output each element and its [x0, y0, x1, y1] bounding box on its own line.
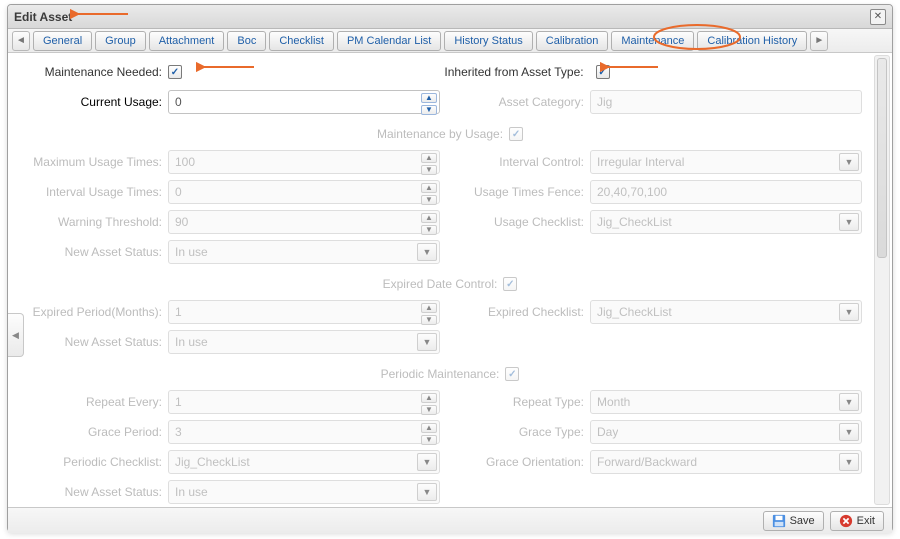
- grace-orientation-label: Grace Orientation:: [450, 455, 590, 469]
- repeat-type-label: Repeat Type:: [450, 395, 590, 409]
- usage-checklist-label: Usage Checklist:: [450, 215, 590, 229]
- chevron-down-icon: ▼: [839, 153, 859, 171]
- tab-pm-calendar[interactable]: PM Calendar List: [337, 31, 441, 51]
- expired-checklist-label: Expired Checklist:: [450, 305, 590, 319]
- interval-control-label: Interval Control:: [450, 155, 590, 169]
- section-by-usage-checkbox: [509, 127, 523, 141]
- spin-up-icon[interactable]: ▲: [421, 93, 437, 103]
- section-periodic-title: Periodic Maintenance:: [381, 367, 500, 381]
- save-icon: [772, 514, 786, 528]
- edit-asset-window: Edit Asset ✕ ◄ General Group Attachment …: [7, 4, 893, 532]
- section-expired-title: Expired Date Control:: [383, 277, 498, 291]
- periodic-checklist-select: Jig_CheckList ▼: [168, 450, 440, 474]
- spin-up-icon: ▲: [421, 393, 437, 403]
- chevron-down-icon: ▼: [417, 453, 437, 471]
- tab-history-status[interactable]: History Status: [444, 31, 532, 51]
- tab-attachment[interactable]: Attachment: [149, 31, 225, 51]
- spin-down-icon: ▼: [421, 195, 437, 205]
- chevron-down-icon: ▼: [839, 303, 859, 321]
- max-usage-spinner: 100 ▲▼: [168, 150, 440, 174]
- spin-down-icon: ▼: [421, 405, 437, 415]
- spin-down-icon: ▼: [421, 165, 437, 175]
- spin-up-icon: ▲: [421, 183, 437, 193]
- maintenance-needed-checkbox[interactable]: [168, 65, 182, 79]
- titlebar: Edit Asset ✕: [8, 5, 892, 29]
- grace-type-label: Grace Type:: [450, 425, 590, 439]
- maintenance-needed-label: Maintenance Needed:: [28, 65, 168, 79]
- tab-boc[interactable]: Boc: [227, 31, 266, 51]
- spin-up-icon: ▲: [421, 213, 437, 223]
- close-button[interactable]: ✕: [870, 9, 886, 25]
- tab-group[interactable]: Group: [95, 31, 146, 51]
- spin-down-icon: ▼: [421, 225, 437, 235]
- expired-status-label: New Asset Status:: [28, 335, 168, 349]
- spin-up-icon: ▲: [421, 303, 437, 313]
- chevron-down-icon: ▼: [839, 453, 859, 471]
- expired-period-spinner: 1 ▲▼: [168, 300, 440, 324]
- footer: Save Exit: [8, 507, 892, 533]
- by-usage-status-label: New Asset Status:: [28, 245, 168, 259]
- max-usage-label: Maximum Usage Times:: [28, 155, 168, 169]
- chevron-down-icon: ▼: [839, 213, 859, 231]
- fence-label: Usage Times Fence:: [450, 185, 590, 199]
- expired-status-select: In use ▼: [168, 330, 440, 354]
- interval-usage-label: Interval Usage Times:: [28, 185, 168, 199]
- current-usage-label: Current Usage:: [28, 95, 168, 109]
- chevron-down-icon: ▼: [417, 243, 437, 261]
- content-area: Maintenance Needed: Inherited from Asset…: [8, 53, 892, 507]
- section-periodic-checkbox: [505, 367, 519, 381]
- section-expired-checkbox: [503, 277, 517, 291]
- asset-category-label: Asset Category:: [450, 95, 590, 109]
- periodic-checklist-label: Periodic Checklist:: [28, 455, 168, 469]
- current-usage-spinner[interactable]: 0 ▲▼: [168, 90, 440, 114]
- grace-type-select: Day ▼: [590, 420, 862, 444]
- asset-category-field: Jig: [590, 90, 862, 114]
- chevron-down-icon: ▼: [417, 333, 437, 351]
- interval-control-select: Irregular Interval ▼: [590, 150, 862, 174]
- panel-collapse-handle[interactable]: ◀: [8, 313, 24, 357]
- exit-icon: [839, 514, 853, 528]
- interval-usage-spinner: 0 ▲▼: [168, 180, 440, 204]
- grace-period-label: Grace Period:: [28, 425, 168, 439]
- tab-general[interactable]: General: [33, 31, 92, 51]
- save-button[interactable]: Save: [763, 511, 824, 531]
- exit-button[interactable]: Exit: [830, 511, 884, 531]
- by-usage-status-select: In use ▼: [168, 240, 440, 264]
- tab-calibration-history[interactable]: Calibration History: [697, 31, 807, 51]
- tab-scroll-left[interactable]: ◄: [12, 31, 30, 51]
- grace-period-spinner: 3 ▲▼: [168, 420, 440, 444]
- warn-threshold-spinner: 90 ▲▼: [168, 210, 440, 234]
- spin-up-icon: ▲: [421, 153, 437, 163]
- spin-down-icon[interactable]: ▼: [421, 105, 437, 115]
- fence-field: 20,40,70,100: [590, 180, 862, 204]
- grace-orientation-select: Forward/Backward ▼: [590, 450, 862, 474]
- inherited-label: Inherited from Asset Type:: [444, 65, 589, 79]
- repeat-every-label: Repeat Every:: [28, 395, 168, 409]
- spin-down-icon: ▼: [421, 315, 437, 325]
- tab-calibration[interactable]: Calibration: [536, 31, 609, 51]
- expired-period-label: Expired Period(Months):: [28, 305, 168, 319]
- tab-checklist[interactable]: Checklist: [269, 31, 334, 51]
- spin-down-icon: ▼: [421, 435, 437, 445]
- tab-scroll-right[interactable]: ►: [810, 31, 828, 51]
- repeat-type-select: Month ▼: [590, 390, 862, 414]
- scrollbar-thumb[interactable]: [877, 58, 887, 258]
- repeat-every-spinner: 1 ▲▼: [168, 390, 440, 414]
- chevron-down-icon: ▼: [839, 393, 859, 411]
- periodic-status-label: New Asset Status:: [28, 485, 168, 499]
- vertical-scrollbar[interactable]: [874, 55, 890, 505]
- tabbar: ◄ General Group Attachment Boc Checklist…: [8, 29, 892, 53]
- chevron-down-icon: ▼: [839, 423, 859, 441]
- usage-checklist-select: Jig_CheckList ▼: [590, 210, 862, 234]
- expired-checklist-select: Jig_CheckList ▼: [590, 300, 862, 324]
- chevron-down-icon: ▼: [417, 483, 437, 501]
- section-by-usage-title: Maintenance by Usage:: [377, 127, 503, 141]
- spin-up-icon: ▲: [421, 423, 437, 433]
- warn-threshold-label: Warning Threshold:: [28, 215, 168, 229]
- tab-maintenance[interactable]: Maintenance: [611, 31, 694, 51]
- inherited-checkbox[interactable]: [596, 65, 610, 79]
- window-title: Edit Asset: [14, 10, 870, 24]
- periodic-status-select: In use ▼: [168, 480, 440, 504]
